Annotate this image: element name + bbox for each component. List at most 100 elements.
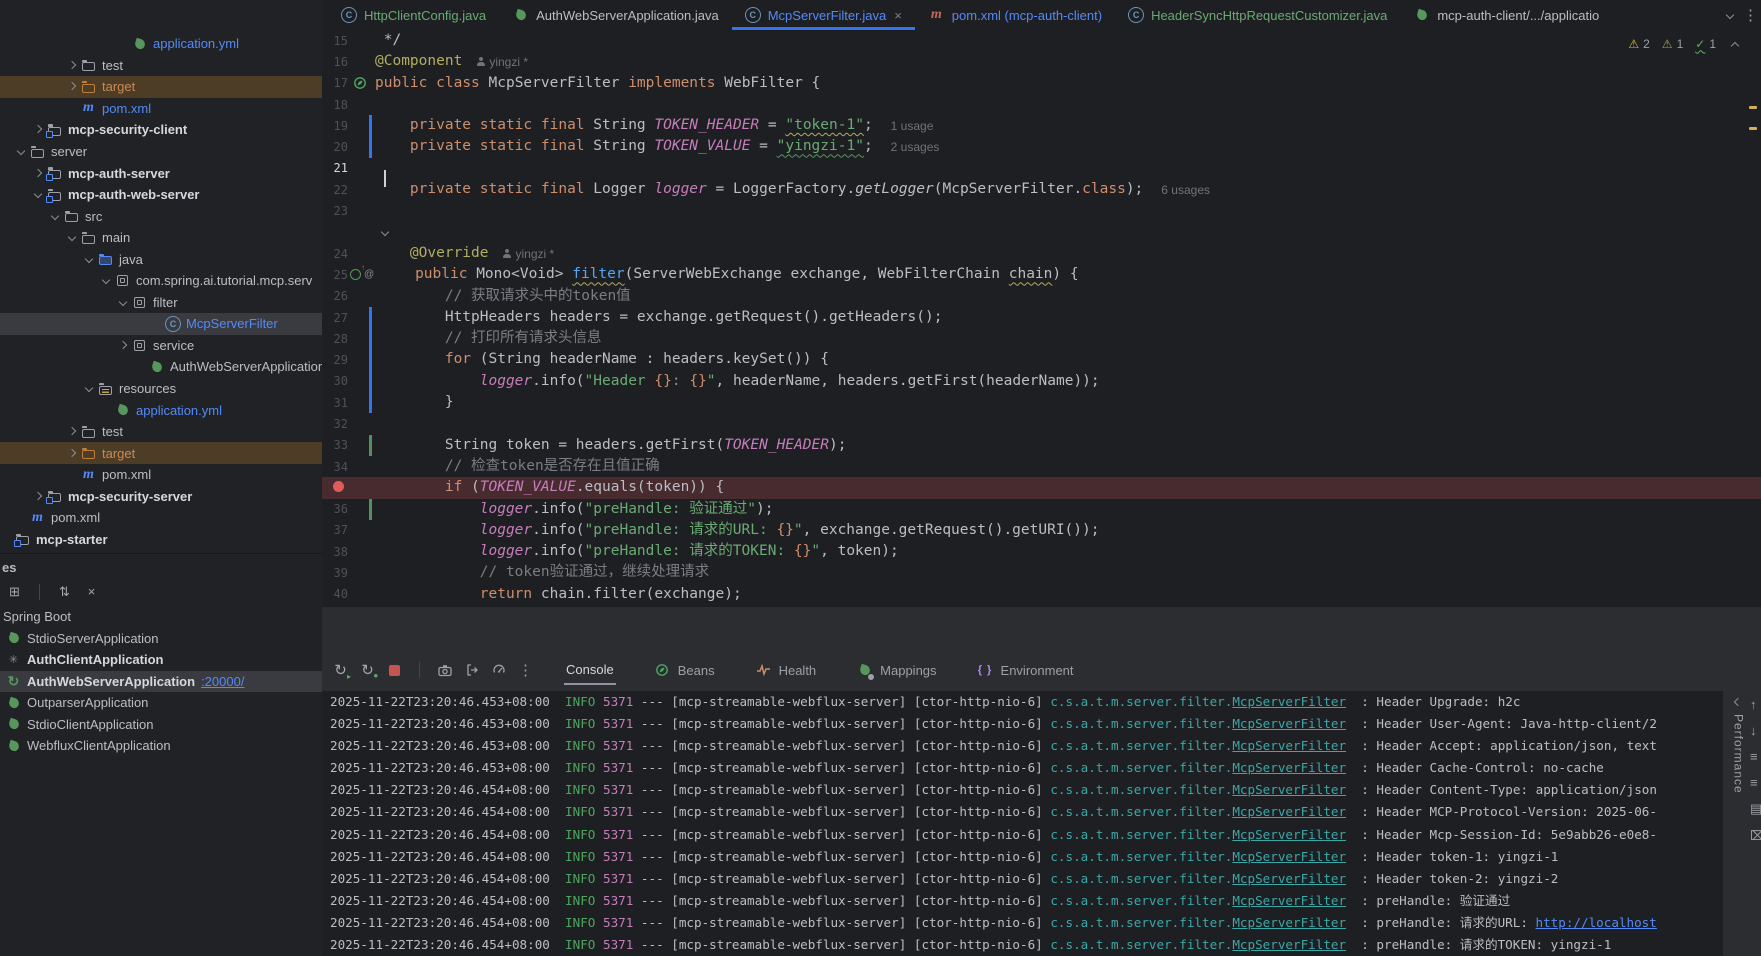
code-text[interactable]: private static final String TOKEN_VALUE …	[372, 136, 873, 157]
line-number[interactable]: 19	[322, 119, 350, 133]
gc-gauge-icon[interactable]	[490, 662, 507, 679]
line-number[interactable]: 18	[322, 98, 350, 112]
rerun-icon[interactable]: ↻	[332, 662, 349, 679]
chevron-left-icon[interactable]	[1731, 695, 1746, 710]
editor-tab[interactable]: CHttpClientConfig.java	[328, 0, 499, 30]
code-line-33[interactable]: 33 String token = headers.getFirst(TOKEN…	[322, 435, 1761, 456]
line-number[interactable]: 38	[322, 545, 350, 559]
breakpoint-gutter[interactable]	[322, 481, 350, 495]
line-number[interactable]: 39	[322, 566, 350, 580]
tree-item-mcp-security-server[interactable]: mcp-security-server	[0, 485, 322, 507]
editor-tab[interactable]: CHeaderSyncHttpRequestCustomizer.java	[1115, 0, 1400, 30]
code-editor[interactable]: ⚠2 ⚠1 ✓1 15 */16@Componentyingzi *17publ…	[322, 30, 1761, 607]
editor-tab[interactable]: CMcpServerFilter.java×	[732, 0, 915, 30]
chevron-right-icon[interactable]	[65, 446, 80, 461]
log-logger-link[interactable]: McpServerFilter	[1232, 871, 1346, 886]
log-logger-link[interactable]: McpServerFilter	[1232, 937, 1346, 952]
breakpoint-icon[interactable]	[333, 481, 344, 492]
chevron-right-icon[interactable]	[65, 424, 80, 439]
code-text[interactable]: */	[372, 30, 401, 51]
editor-tab[interactable]: mcp-auth-client/.../applicatio	[1400, 0, 1612, 30]
code-text[interactable]: private static final String TOKEN_HEADER…	[372, 115, 873, 136]
chevron-up-icon[interactable]	[1728, 36, 1743, 51]
log-logger-link[interactable]: McpServerFilter	[1232, 915, 1346, 930]
code-line-28[interactable]: 28 // 打印所有请求头信息	[322, 328, 1761, 349]
code-line-40[interactable]: 40 return chain.filter(exchange);	[322, 584, 1761, 605]
error-stripe-mark[interactable]	[1749, 106, 1757, 109]
chevron-down-icon[interactable]	[1723, 8, 1738, 23]
line-number[interactable]: 20	[322, 140, 350, 154]
more-icon[interactable]: ⋮	[517, 662, 534, 679]
tree-item-server[interactable]: server	[0, 141, 322, 163]
code-text[interactable]: logger.info("Header {}: {}", headerName,…	[372, 371, 1100, 392]
line-number[interactable]: 27	[322, 311, 350, 325]
rerun-debug-icon[interactable]: ↻	[359, 662, 376, 679]
code-line-inlay[interactable]	[322, 222, 1761, 243]
chevron-right-icon[interactable]	[65, 58, 80, 73]
chevron-down-icon[interactable]	[82, 381, 97, 396]
code-line-31[interactable]: 31 }	[322, 392, 1761, 413]
log-logger-link[interactable]: McpServerFilter	[1232, 738, 1346, 753]
code-line-25[interactable]: 25@ public Mono<Void> filter(ServerWebEx…	[322, 264, 1761, 285]
code-line-20[interactable]: 20 private static final String TOKEN_VAL…	[322, 136, 1761, 157]
tree-item-main[interactable]: main	[0, 227, 322, 249]
stop-icon[interactable]	[386, 662, 403, 679]
tree-item-mcp-security-client[interactable]: mcp-security-client	[0, 119, 322, 141]
typo-ok-indicator[interactable]: ✓1	[1695, 37, 1716, 51]
tree-item-resources[interactable]: resources	[0, 378, 322, 400]
code-line-27[interactable]: 27 HttpHeaders headers = exchange.getReq…	[322, 307, 1761, 328]
chevron-down-icon[interactable]	[65, 230, 80, 245]
tree-item-application-yml[interactable]: application.yml	[0, 399, 322, 421]
code-text[interactable]: HttpHeaders headers = exchange.getReques…	[372, 307, 942, 328]
log-logger-link[interactable]: McpServerFilter	[1232, 760, 1346, 775]
tree-item-service[interactable]: service	[0, 335, 322, 357]
chevron-right-icon[interactable]	[116, 338, 131, 353]
tree-item-mcp-starter[interactable]: mcp-starter	[0, 529, 322, 551]
close-icon[interactable]: ×	[83, 583, 100, 600]
chevron-down-icon[interactable]	[31, 187, 46, 202]
code-line-15[interactable]: 15 */	[322, 30, 1761, 51]
tree-item-mcp-auth-server[interactable]: mcp-auth-server	[0, 162, 322, 184]
code-text[interactable]: logger.info("preHandle: 请求的URL: {}", exc…	[372, 520, 1099, 541]
tree-item-filter[interactable]: filter	[0, 292, 322, 314]
log-logger-link[interactable]: McpServerFilter	[1232, 694, 1346, 709]
line-number[interactable]: 30	[322, 374, 350, 388]
code-text[interactable]: // 打印所有请求头信息	[372, 328, 602, 349]
code-text[interactable]: // 获取请求头中的token值	[372, 286, 631, 307]
code-text[interactable]: String token = headers.getFirst(TOKEN_HE…	[372, 435, 846, 456]
line-number[interactable]: 16	[322, 55, 350, 69]
log-logger-link[interactable]: McpServerFilter	[1232, 827, 1346, 842]
usage-hint[interactable]: 1 usage	[891, 119, 934, 133]
add-service-icon[interactable]: ⊞	[6, 583, 23, 600]
tab-performance[interactable]: Performance	[1731, 695, 1746, 794]
line-number[interactable]: 21	[322, 161, 350, 175]
service-item-outparserapplication[interactable]: OutparserApplication	[0, 692, 322, 714]
chevron-right-icon[interactable]	[65, 79, 80, 94]
tree-item-pom-xml[interactable]: mpom.xml	[0, 464, 322, 486]
code-author-hint[interactable]: yingzi *	[503, 247, 555, 261]
tree-item-com-spring-ai-tutorial-mcp-serv[interactable]: com.spring.ai.tutorial.mcp.serv	[0, 270, 322, 292]
usage-hint[interactable]: 6 usages	[1161, 183, 1210, 197]
thread-dump-camera-icon[interactable]	[436, 662, 453, 679]
chevron-down-icon[interactable]	[99, 273, 114, 288]
code-text[interactable]: logger.info("preHandle: 请求的TOKEN: {}", t…	[372, 541, 899, 562]
console-tab-console[interactable]: Console	[564, 655, 616, 685]
line-number[interactable]: 22	[322, 183, 350, 197]
log-logger-link[interactable]: McpServerFilter	[1232, 716, 1346, 731]
service-item-authwebserverapplication[interactable]: ↻AuthWebServerApplication:20000/	[0, 671, 322, 693]
code-author-hint[interactable]: yingzi *	[476, 55, 528, 69]
code-text[interactable]: public Mono<Void> filter(ServerWebExchan…	[377, 264, 1078, 285]
chevron-down-icon[interactable]	[82, 252, 97, 267]
tree-item-java[interactable]: java	[0, 248, 322, 270]
tree-item-target[interactable]: target	[0, 76, 322, 98]
code-text[interactable]: private static final Logger logger = Log…	[372, 179, 1143, 200]
editor-tab[interactable]: AuthWebServerApplication.java	[499, 0, 732, 30]
soft-wrap-icon[interactable]: ≡	[1750, 749, 1761, 764]
code-line-22[interactable]: 22 private static final Logger logger = …	[322, 179, 1761, 200]
code-text[interactable]: }	[372, 392, 454, 413]
code-text[interactable]: // token验证通过，继续处理请求	[372, 562, 709, 583]
log-logger-link[interactable]: McpServerFilter	[1232, 849, 1346, 864]
chevron-down-icon[interactable]	[14, 144, 29, 159]
code-text[interactable]	[372, 222, 392, 243]
code-line-26[interactable]: 26 // 获取请求头中的token值	[322, 286, 1761, 307]
